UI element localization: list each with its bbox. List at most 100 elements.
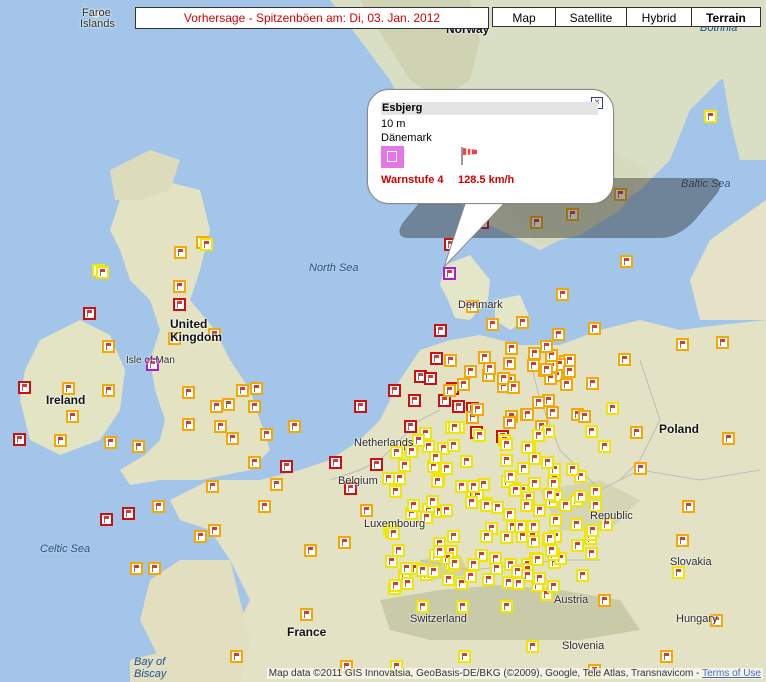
station-marker[interactable] — [531, 553, 544, 566]
station-marker[interactable] — [458, 650, 471, 663]
station-marker[interactable] — [490, 562, 503, 575]
station-marker[interactable] — [182, 418, 195, 431]
station-marker[interactable] — [486, 318, 499, 331]
station-marker[interactable] — [526, 640, 539, 653]
station-marker[interactable] — [660, 650, 673, 663]
station-marker[interactable] — [442, 573, 455, 586]
station-marker[interactable] — [546, 406, 559, 419]
station-marker[interactable] — [194, 530, 207, 543]
map-type-satellite-button[interactable]: Satellite — [555, 7, 627, 27]
station-marker[interactable] — [258, 500, 271, 513]
station-marker[interactable] — [521, 408, 534, 421]
station-marker[interactable] — [483, 362, 496, 375]
station-marker[interactable] — [676, 338, 689, 351]
station-marker[interactable] — [716, 336, 729, 349]
station-marker[interactable] — [444, 354, 457, 367]
station-marker[interactable] — [606, 402, 619, 415]
station-marker[interactable] — [448, 557, 461, 570]
station-marker[interactable] — [13, 433, 26, 446]
station-marker[interactable] — [447, 530, 460, 543]
station-marker[interactable] — [122, 507, 135, 520]
station-marker[interactable] — [457, 378, 470, 391]
station-marker[interactable] — [427, 565, 440, 578]
station-marker[interactable] — [514, 520, 527, 533]
station-marker[interactable] — [182, 386, 195, 399]
station-marker[interactable] — [618, 353, 631, 366]
station-marker[interactable] — [505, 342, 518, 355]
station-marker[interactable] — [447, 439, 460, 452]
station-marker[interactable] — [300, 608, 313, 621]
station-marker[interactable] — [465, 496, 478, 509]
station-marker[interactable] — [370, 458, 383, 471]
station-marker[interactable] — [527, 520, 540, 533]
station-marker[interactable] — [173, 280, 186, 293]
station-marker[interactable] — [467, 480, 480, 493]
station-marker[interactable] — [329, 456, 342, 469]
station-marker[interactable] — [448, 421, 461, 434]
station-marker[interactable] — [682, 500, 695, 513]
station-marker[interactable] — [576, 569, 589, 582]
station-marker[interactable] — [304, 544, 317, 557]
station-marker[interactable] — [630, 426, 643, 439]
station-marker[interactable] — [389, 485, 402, 498]
station-marker[interactable] — [598, 440, 611, 453]
station-marker[interactable] — [527, 359, 540, 372]
station-marker[interactable] — [408, 394, 421, 407]
station-marker[interactable] — [173, 298, 186, 311]
station-marker[interactable] — [540, 363, 553, 376]
station-marker[interactable] — [547, 477, 560, 490]
station-marker[interactable] — [354, 400, 367, 413]
station-marker[interactable] — [527, 535, 540, 548]
station-marker[interactable] — [722, 432, 735, 445]
station-marker[interactable] — [222, 398, 235, 411]
station-marker[interactable] — [152, 500, 165, 513]
station-marker[interactable] — [540, 340, 553, 353]
station-marker[interactable] — [54, 434, 67, 447]
station-marker[interactable] — [545, 544, 558, 557]
station-marker[interactable] — [503, 416, 516, 429]
station-marker[interactable] — [585, 425, 598, 438]
station-marker[interactable] — [83, 307, 96, 320]
station-marker[interactable] — [560, 378, 573, 391]
station-marker[interactable] — [503, 357, 516, 370]
station-marker[interactable] — [552, 328, 565, 341]
station-marker[interactable] — [230, 650, 243, 663]
station-marker[interactable] — [467, 558, 480, 571]
station-marker[interactable] — [260, 428, 273, 441]
station-marker[interactable] — [96, 266, 109, 279]
station-marker[interactable] — [676, 534, 689, 547]
station-marker[interactable] — [598, 594, 611, 607]
station-marker[interactable] — [426, 495, 439, 508]
station-marker[interactable] — [385, 555, 398, 568]
station-marker[interactable] — [480, 530, 493, 543]
station-marker[interactable] — [393, 472, 406, 485]
station-marker[interactable] — [460, 455, 473, 468]
station-marker[interactable] — [401, 577, 414, 590]
station-marker[interactable] — [248, 456, 261, 469]
station-marker[interactable] — [388, 384, 401, 397]
station-marker[interactable] — [430, 352, 443, 365]
station-marker[interactable] — [586, 377, 599, 390]
station-marker[interactable] — [433, 545, 446, 558]
station-marker[interactable] — [206, 480, 219, 493]
station-marker[interactable] — [400, 562, 413, 575]
station-marker[interactable] — [208, 524, 221, 537]
station-marker[interactable] — [104, 436, 117, 449]
station-marker[interactable] — [148, 562, 161, 575]
station-marker[interactable] — [504, 470, 517, 483]
map-type-terrain-button[interactable]: Terrain — [691, 7, 761, 27]
station-marker[interactable] — [634, 462, 647, 475]
station-marker[interactable] — [132, 440, 145, 453]
station-marker[interactable] — [556, 288, 569, 301]
map-type-hybrid-button[interactable]: Hybrid — [626, 7, 692, 27]
station-marker[interactable] — [578, 410, 591, 423]
station-marker[interactable] — [398, 459, 411, 472]
station-marker[interactable] — [507, 381, 520, 394]
station-marker[interactable] — [570, 518, 583, 531]
station-marker[interactable] — [532, 396, 545, 409]
station-marker[interactable] — [404, 420, 417, 433]
station-marker[interactable] — [541, 456, 554, 469]
station-marker[interactable] — [566, 463, 579, 476]
station-marker[interactable] — [473, 429, 486, 442]
station-marker[interactable] — [100, 513, 113, 526]
